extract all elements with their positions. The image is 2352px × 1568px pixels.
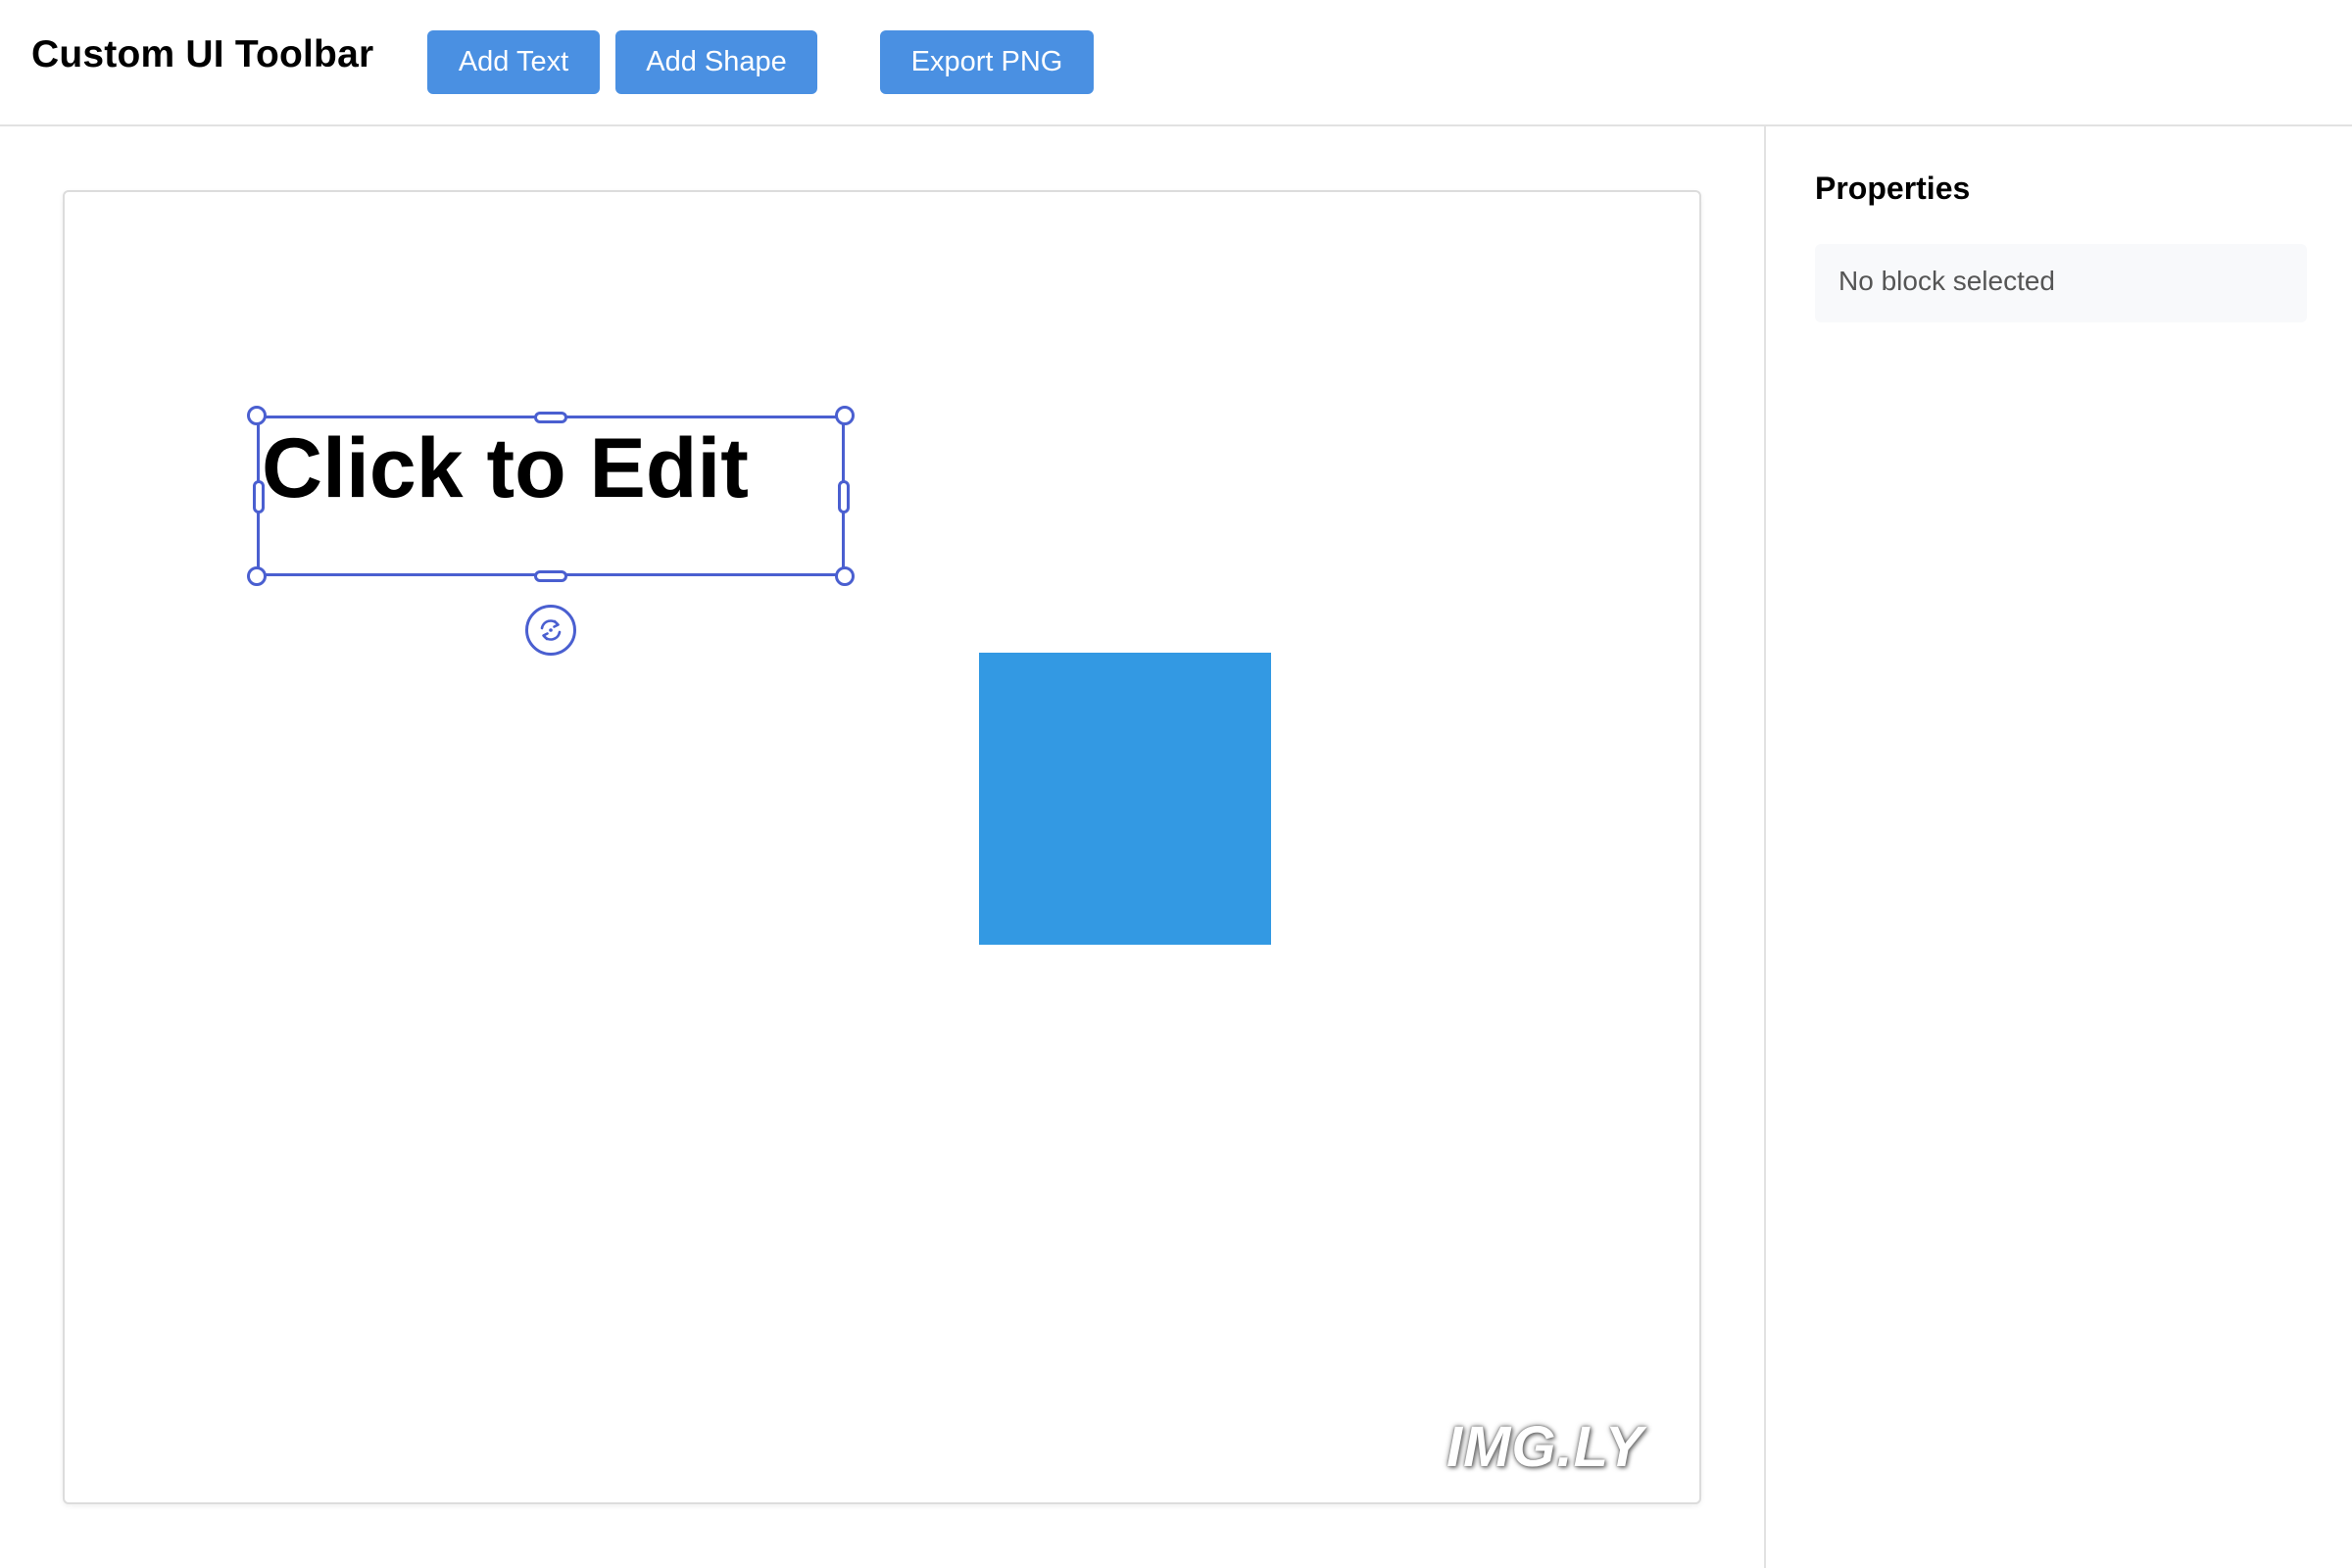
resize-handle-top-left[interactable] bbox=[247, 406, 267, 425]
text-block[interactable]: Click to Edit bbox=[257, 416, 845, 576]
resize-handle-top[interactable] bbox=[534, 412, 567, 423]
resize-handle-bottom-left[interactable] bbox=[247, 566, 267, 586]
shape-block[interactable] bbox=[979, 653, 1271, 945]
add-text-button[interactable]: Add Text bbox=[427, 30, 600, 94]
resize-handle-bottom-right[interactable] bbox=[835, 566, 855, 586]
rotate-handle[interactable] bbox=[525, 605, 576, 656]
text-block-content[interactable]: Click to Edit bbox=[262, 426, 749, 511]
toolbar-header: Custom UI Toolbar Add Text Add Shape Exp… bbox=[0, 0, 2352, 126]
resize-handle-right[interactable] bbox=[838, 480, 850, 514]
resize-handle-top-right[interactable] bbox=[835, 406, 855, 425]
resize-handle-left[interactable] bbox=[253, 480, 265, 514]
properties-panel: Properties No block selected bbox=[1764, 126, 2352, 1568]
app-title: Custom UI Toolbar bbox=[31, 33, 374, 75]
add-shape-button[interactable]: Add Shape bbox=[615, 30, 817, 94]
imgly-watermark: IMG.LY bbox=[1446, 1415, 1644, 1479]
resize-handle-bottom[interactable] bbox=[534, 570, 567, 582]
selection-status: No block selected bbox=[1815, 244, 2307, 322]
rotate-icon bbox=[540, 619, 562, 641]
export-png-button[interactable]: Export PNG bbox=[880, 30, 1094, 94]
properties-title: Properties bbox=[1815, 171, 1971, 206]
design-canvas[interactable] bbox=[63, 190, 1701, 1504]
